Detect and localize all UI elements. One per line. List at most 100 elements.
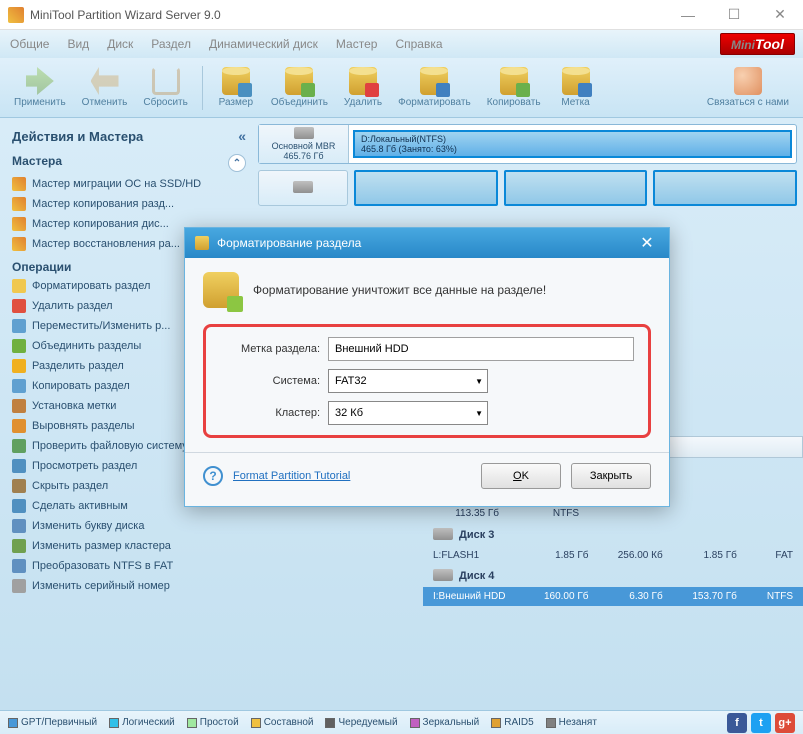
delete-button[interactable]: Удалить <box>338 65 388 110</box>
operation-icon <box>12 579 26 593</box>
operation-icon <box>12 459 26 473</box>
menu-disk[interactable]: Диск <box>107 37 133 51</box>
partition-small[interactable] <box>653 170 797 206</box>
facebook-icon[interactable]: f <box>727 713 747 733</box>
collapse-wizards-icon[interactable]: ⌃ <box>228 154 246 172</box>
toolbar: Применить Отменить Сбросить Размер Объед… <box>0 58 803 118</box>
wizard-item[interactable]: Мастер миграции ОС на SSD/HD <box>6 174 252 194</box>
window-controls: — ☐ ✕ <box>673 3 795 27</box>
legend-item: Зеркальный <box>410 717 480 728</box>
disk-row-2 <box>258 170 797 206</box>
minimize-button[interactable]: — <box>673 3 703 27</box>
menu-dynamic[interactable]: Динамический диск <box>209 37 318 51</box>
tutorial-link[interactable]: Format Partition Tutorial <box>233 470 471 482</box>
dialog-footer: ? Format Partition Tutorial OK Закрыть <box>185 452 669 499</box>
disk-box[interactable]: Основной MBR 465.76 Гб D:Локальный(NTFS)… <box>258 124 797 164</box>
close-button[interactable]: ✕ <box>765 3 795 27</box>
operation-icon <box>12 399 26 413</box>
disk-header: Основной MBR 465.76 Гб <box>259 125 349 163</box>
dialog-title: Форматирование раздела <box>217 236 635 250</box>
operation-icon <box>12 279 26 293</box>
dialog-warning: Форматирование уничтожит все данные на р… <box>203 272 651 308</box>
app-title: MiniTool Partition Wizard Server 9.0 <box>30 8 673 22</box>
collapse-panel-icon[interactable]: « <box>238 128 246 144</box>
legend-swatch <box>187 718 197 728</box>
operation-item[interactable]: Преобразовать NTFS в FAT <box>6 556 252 576</box>
resize-button[interactable]: Размер <box>211 65 261 110</box>
dialog-titlebar: Форматирование раздела ✕ <box>185 228 669 258</box>
legend-item: Чередуемый <box>325 717 397 728</box>
partition-small[interactable] <box>354 170 498 206</box>
operation-icon <box>12 319 26 333</box>
legend-item: Простой <box>187 717 239 728</box>
partition-label-input[interactable] <box>328 337 634 361</box>
label-button[interactable]: Метка <box>551 65 601 110</box>
dialog-highlight-frame: Метка раздела: Система: FAT32 Кластер: 3… <box>203 324 651 438</box>
operation-item[interactable]: Изменить размер кластера <box>6 536 252 556</box>
wizard-icon <box>12 177 26 191</box>
operation-icon <box>12 479 26 493</box>
partition-bar[interactable]: D:Локальный(NTFS) 465.8 Гб (Занято: 63%) <box>353 130 792 158</box>
cluster-dropdown[interactable]: 32 Кб <box>328 401 488 425</box>
table-row[interactable]: L:FLASH1 1.85 Гб 256.00 Кб 1.85 Гб FAT <box>423 546 803 565</box>
resize-icon <box>222 67 250 95</box>
maximize-button[interactable]: ☐ <box>719 3 749 27</box>
legend-swatch <box>546 718 556 728</box>
menu-help[interactable]: Справка <box>395 37 442 51</box>
operation-icon <box>12 359 26 373</box>
menu-general[interactable]: Общие <box>10 37 49 51</box>
undo-button[interactable]: Отменить <box>76 65 134 110</box>
wizard-icon <box>12 217 26 231</box>
discard-button[interactable]: Сбросить <box>137 65 193 110</box>
menu-master[interactable]: Мастер <box>336 37 378 51</box>
legend-swatch <box>251 718 261 728</box>
operation-icon <box>12 519 26 533</box>
support-icon <box>734 67 762 95</box>
legend-swatch <box>491 718 501 728</box>
partition-small[interactable] <box>504 170 648 206</box>
help-icon[interactable]: ? <box>203 466 223 486</box>
legend-item: Незанят <box>546 717 597 728</box>
wizard-item[interactable]: Мастер копирования разд... <box>6 194 252 214</box>
merge-button[interactable]: Объединить <box>265 65 334 110</box>
warning-icon <box>203 272 239 308</box>
operation-icon <box>12 499 26 513</box>
table-row-selected[interactable]: I:Внешний HDD 160.00 Гб 6.30 Гб 153.70 Г… <box>423 587 803 606</box>
wizards-heading: Мастера ⌃ <box>6 148 252 174</box>
twitter-icon[interactable]: t <box>751 713 771 733</box>
apply-button[interactable]: Применить <box>8 65 72 110</box>
disk4-header: Диск 4 <box>423 565 803 587</box>
operation-icon <box>12 539 26 553</box>
legend-swatch <box>109 718 119 728</box>
disk-icon <box>433 569 453 581</box>
delete-icon <box>349 67 377 95</box>
legend-item: RAID5 <box>491 717 533 728</box>
contact-button[interactable]: Связаться с нами <box>701 65 795 110</box>
menu-partition[interactable]: Раздел <box>151 37 191 51</box>
operation-item[interactable]: Изменить букву диска <box>6 516 252 536</box>
dialog-close-button[interactable]: ✕ <box>635 231 659 255</box>
disk-icon <box>294 127 314 139</box>
googleplus-icon[interactable]: g+ <box>775 713 795 733</box>
social-links: f t g+ <box>727 713 795 733</box>
format-button[interactable]: Форматировать <box>392 65 477 110</box>
format-dialog: Форматирование раздела ✕ Форматирование … <box>184 227 670 507</box>
apply-icon <box>26 67 54 95</box>
operation-icon <box>12 559 26 573</box>
logo: MiniTool <box>720 33 795 55</box>
copy-button[interactable]: Копировать <box>481 65 547 110</box>
wizard-icon <box>12 197 26 211</box>
merge-icon <box>285 67 313 95</box>
titlebar: MiniTool Partition Wizard Server 9.0 — ☐… <box>0 0 803 30</box>
operation-icon <box>12 439 26 453</box>
operation-icon <box>12 419 26 433</box>
close-dialog-button[interactable]: Закрыть <box>571 463 651 489</box>
menu-view[interactable]: Вид <box>67 37 89 51</box>
legend-item: GPT/Первичный <box>8 717 97 728</box>
filesystem-dropdown[interactable]: FAT32 <box>328 369 488 393</box>
filesystem-label: Система: <box>220 375 320 387</box>
legend-swatch <box>8 718 18 728</box>
operation-item[interactable]: Изменить серийный номер <box>6 576 252 596</box>
ok-button[interactable]: OK <box>481 463 561 489</box>
operation-icon <box>12 339 26 353</box>
